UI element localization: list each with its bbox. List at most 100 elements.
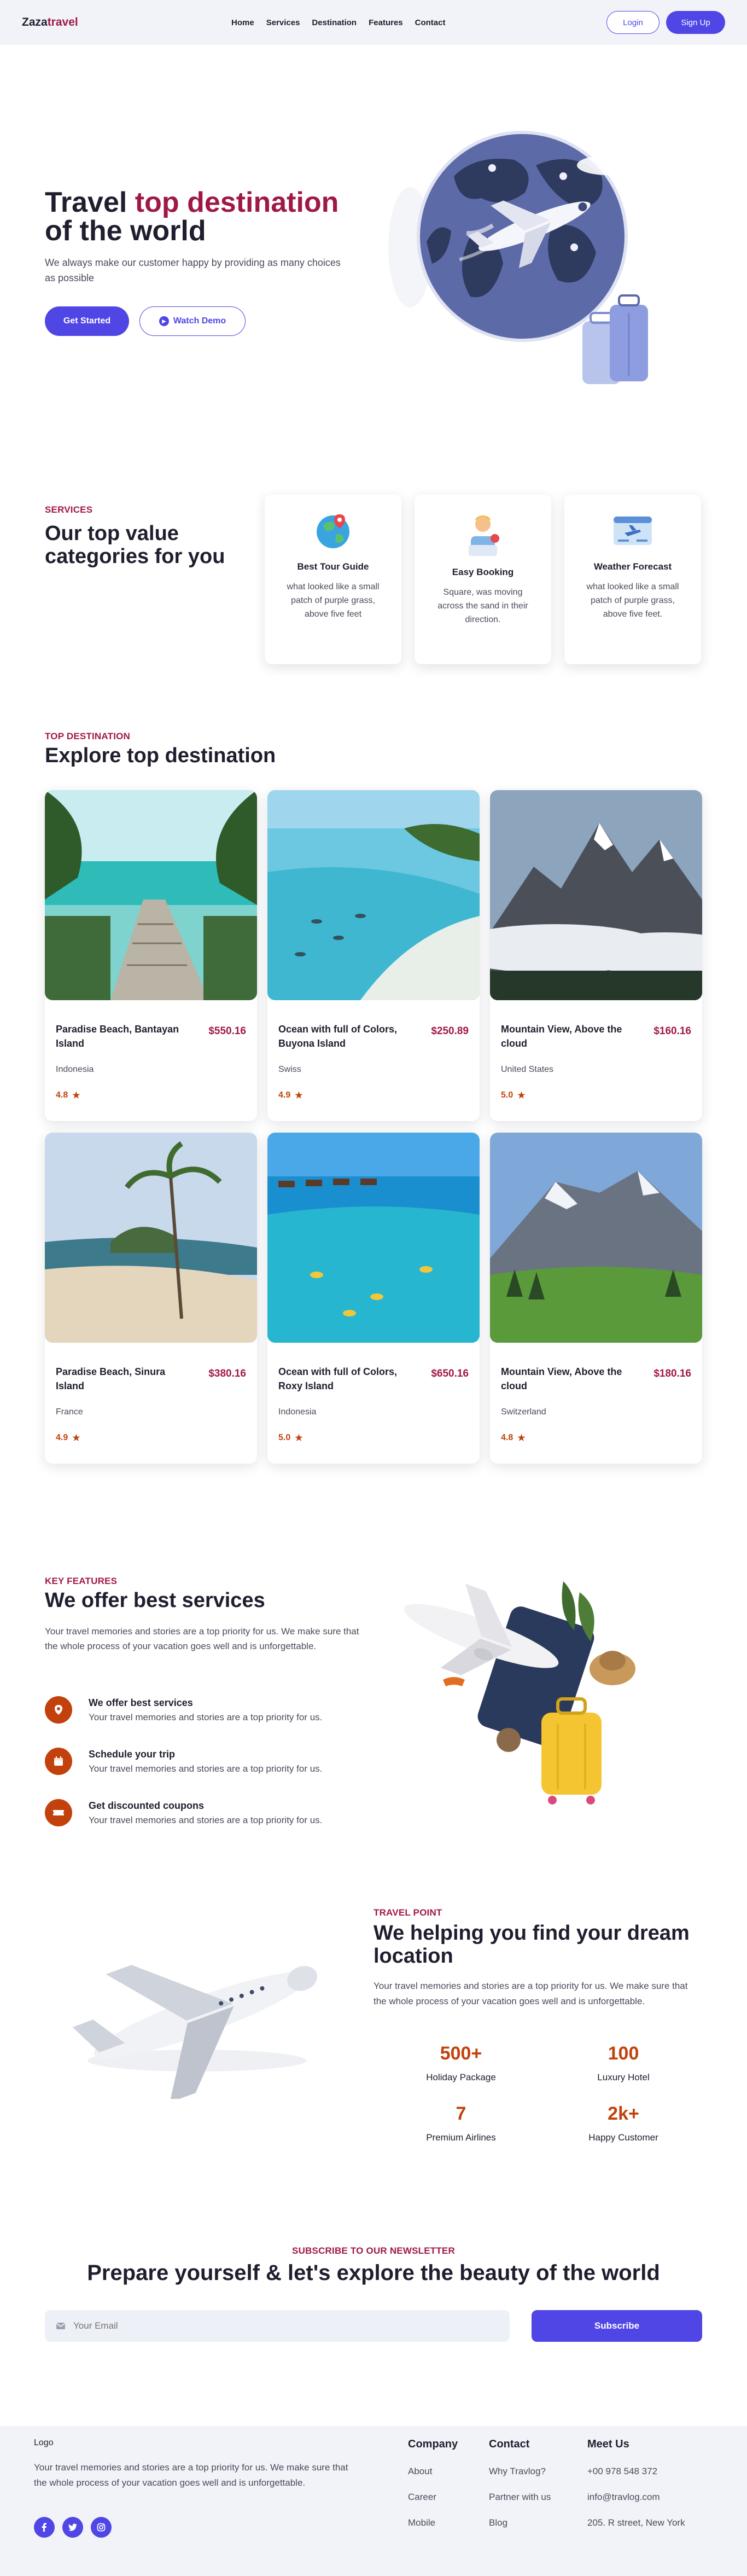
travel-point-kicker: TRAVEL POINT [374, 1907, 442, 1918]
footer-link[interactable]: info@travlog.com [587, 2492, 685, 2503]
destination-location: Indonesia [56, 1065, 94, 1074]
nav-actions: Login Sign Up [606, 11, 725, 34]
service-card-title: Weather Forecast [593, 561, 672, 572]
stat-item: 2k+ Happy Customer [569, 2103, 678, 2143]
destination-name: Mountain View, Above the cloud [501, 1366, 622, 1391]
stat-label: Premium Airlines [426, 2132, 496, 2143]
stat-value: 2k+ [608, 2103, 639, 2124]
login-button[interactable]: Login [606, 11, 660, 34]
destination-card[interactable]: Paradise Beach, Bantayan Island $550.16 … [45, 790, 257, 1121]
footer-logo[interactable]: Logo [34, 2438, 54, 2448]
footer-link[interactable]: +00 978 548 372 [587, 2466, 685, 2477]
destination-card[interactable]: Ocean with full of Colors, Buyona Island… [267, 790, 480, 1121]
brand-name-main: Zaza [22, 16, 48, 28]
stat-label: Luxury Hotel [597, 2072, 650, 2082]
stat-item: 100 Luxury Hotel [569, 2043, 678, 2083]
destinations-title: Explore top destination [45, 744, 276, 767]
subscribe-button[interactable]: Subscribe [532, 2310, 702, 2342]
travel-essentials-illustration [404, 1581, 635, 1805]
star-icon: ★ [517, 1434, 526, 1443]
travel-point-title: We helping you find your dream location [374, 1922, 690, 1968]
footer-link[interactable]: Blog [489, 2517, 551, 2528]
nav-link-home[interactable]: Home [231, 18, 254, 27]
hero-title-plain: Travel [45, 187, 135, 218]
hero-section: Travel top destination of the world We a… [0, 45, 747, 384]
newsletter-title: Prepare yourself & let's explore the bea… [87, 2261, 660, 2285]
rating-value: 4.8 [56, 1090, 68, 1100]
destination-photo-lagoon [267, 790, 480, 1000]
destination-photo-mountain-clouds [490, 790, 702, 1000]
footer-link[interactable]: Why Travlog? [489, 2466, 551, 2477]
flight-board-icon [614, 517, 652, 545]
footer-description: Your travel memories and stories are a t… [34, 2462, 348, 2488]
destination-location: France [56, 1407, 83, 1417]
destination-card[interactable]: Paradise Beach, Sinura Island $380.16 Fr… [45, 1133, 257, 1464]
newsletter-kicker: SUBSCRIBE TO OUR NEWSLETTER [292, 2246, 455, 2256]
location-pin-icon [45, 1696, 72, 1724]
newsletter-section: SUBSCRIBE TO OUR NEWSLETTER Prepare your… [0, 2246, 747, 2421]
service-card[interactable]: Weather Forecast what looked like a smal… [564, 495, 701, 664]
hero-title-end: of the world [45, 215, 206, 247]
brand-logo[interactable]: Zazatravel [22, 16, 78, 29]
watch-demo-label: Watch Demo [173, 316, 226, 326]
destination-price: $650.16 [431, 1368, 469, 1379]
twitter-icon[interactable] [62, 2517, 83, 2538]
email-field[interactable] [45, 2310, 510, 2342]
service-card[interactable]: Easy Booking Square, was moving across t… [415, 495, 551, 664]
destination-rating: 4.9 ★ [56, 1432, 80, 1443]
globe-plane-illustration [388, 131, 648, 384]
feature-title: Schedule your trip [89, 1749, 176, 1760]
main-nav: Home Services Destination Features Conta… [231, 18, 445, 27]
feature-text: Your travel memories and stories are a t… [89, 1763, 323, 1774]
destination-rating: 4.8 ★ [501, 1432, 526, 1443]
footer-link[interactable]: About [408, 2466, 458, 2477]
destination-location: Switzerland [501, 1407, 546, 1417]
play-icon: ▶ [159, 316, 169, 326]
destination-card[interactable]: Mountain View, Above the cloud $180.16 S… [490, 1133, 702, 1464]
star-icon: ★ [295, 1091, 303, 1100]
star-icon: ★ [295, 1434, 303, 1443]
destination-rating: 4.8 ★ [56, 1090, 80, 1101]
booking-person-icon [469, 515, 499, 556]
stat-value: 500+ [440, 2043, 482, 2064]
facebook-icon[interactable] [34, 2517, 55, 2538]
nav-link-features[interactable]: Features [369, 18, 403, 27]
footer-link[interactable]: Partner with us [489, 2492, 551, 2503]
destination-name: Mountain View, Above the cloud [501, 1024, 622, 1049]
signup-button[interactable]: Sign Up [666, 11, 725, 34]
destination-rating: 4.9 ★ [278, 1090, 303, 1101]
get-started-button[interactable]: Get Started [45, 306, 129, 336]
email-input[interactable] [73, 2320, 456, 2331]
stat-value: 100 [608, 2043, 639, 2064]
services-kicker: SERVICES [45, 504, 93, 515]
footer-column-meet-us: Meet Us +00 978 548 372 info@travlog.com… [587, 2438, 685, 2543]
destination-card[interactable]: Ocean with full of Colors, Roxy Island $… [267, 1133, 480, 1464]
stat-label: Holiday Package [426, 2072, 496, 2082]
service-card[interactable]: Best Tour Guide what looked like a small… [265, 495, 401, 664]
nav-link-destination[interactable]: Destination [312, 18, 357, 27]
star-icon: ★ [72, 1091, 80, 1100]
destination-photo-coral-reef [267, 1133, 480, 1343]
destination-name: Paradise Beach, Sinura Island [56, 1366, 166, 1391]
rating-value: 5.0 [278, 1433, 291, 1442]
watch-demo-button[interactable]: ▶ Watch Demo [139, 306, 246, 336]
destination-card[interactable]: Mountain View, Above the cloud $160.16 U… [490, 790, 702, 1121]
destination-photo-beach-stairs [45, 790, 257, 1000]
nav-link-contact[interactable]: Contact [415, 18, 446, 27]
footer-link[interactable]: 205. R street, New York [587, 2517, 685, 2528]
service-card-text: Square, was moving across the sand in th… [437, 588, 528, 624]
travel-point-lead: Your travel memories and stories are a t… [374, 1981, 688, 2006]
ticket-icon [45, 1799, 72, 1826]
travel-point-section: TRAVEL POINT We helping you find your dr… [0, 1907, 747, 2247]
destination-price: $380.16 [208, 1368, 246, 1379]
destination-price: $250.89 [431, 1025, 469, 1037]
footer-link[interactable]: Mobile [408, 2517, 458, 2528]
destination-photo-mountain-meadow [490, 1133, 702, 1343]
airplane-illustration [72, 1965, 318, 2099]
footer-column-title: Contact [489, 2438, 530, 2450]
feature-title: We offer best services [89, 1697, 193, 1708]
footer-link[interactable]: Career [408, 2492, 458, 2503]
destination-location: Swiss [278, 1065, 301, 1074]
instagram-icon[interactable] [91, 2517, 112, 2538]
nav-link-services[interactable]: Services [266, 18, 300, 27]
